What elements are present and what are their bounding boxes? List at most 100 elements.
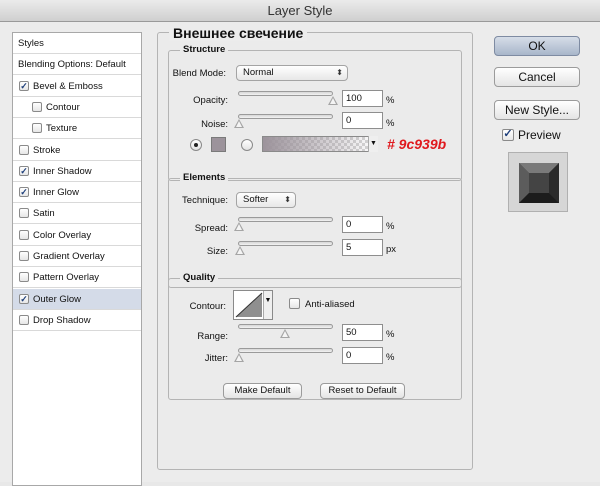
style-item-label: Gradient Overlay (33, 251, 105, 262)
technique-label: Technique: (182, 195, 228, 206)
anti-aliased-checkbox[interactable] (289, 298, 300, 309)
style-item-label: Outer Glow (33, 293, 82, 305)
glow-color-swatch[interactable] (211, 137, 226, 152)
contour-picker[interactable]: ▼ (233, 290, 273, 320)
jitter-slider-thumb[interactable] (234, 353, 244, 362)
gradient-dropdown-icon[interactable]: ▼ (368, 136, 378, 152)
noise-slider[interactable] (238, 114, 333, 119)
style-item-pattern-overlay[interactable]: Pattern Overlay (13, 267, 141, 289)
blend-mode-value: Normal (243, 67, 274, 78)
style-checkbox[interactable]: ✓ (19, 80, 29, 91)
jitter-unit: % (386, 352, 395, 363)
style-item-satin[interactable]: Satin (13, 203, 141, 225)
contour-dropdown-icon[interactable]: ▼ (263, 291, 272, 319)
spread-unit: % (386, 221, 395, 232)
anti-aliased-label: Anti-aliased (305, 299, 355, 310)
style-item-label: Blending Options: Default (18, 59, 126, 71)
solid-color-radio[interactable] (190, 139, 202, 151)
elements-label: Elements (180, 172, 229, 183)
noise-label: Noise: (201, 119, 228, 130)
size-unit: px (386, 244, 397, 255)
style-checkbox[interactable] (19, 251, 29, 261)
style-item-label: Pattern Overlay (33, 272, 99, 284)
style-checkbox[interactable] (19, 144, 29, 155)
opacity-slider-thumb[interactable] (328, 96, 338, 105)
style-item-drop-shadow[interactable]: Drop Shadow (13, 310, 141, 331)
panel-title: Внешнее свечение (169, 25, 308, 41)
gradient-picker[interactable] (262, 136, 378, 152)
range-slider-thumb[interactable] (280, 329, 290, 338)
style-item-outer-glow[interactable]: ✓ Outer Glow (13, 288, 141, 310)
style-item-inner-shadow[interactable]: ✓ Inner Shadow (13, 161, 141, 182)
style-checkbox[interactable] (19, 208, 29, 219)
chevron-updown-icon: ⬍ (336, 68, 343, 77)
style-item-label: Styles (18, 38, 44, 49)
style-item-label: Drop Shadow (33, 314, 91, 326)
blend-mode-select[interactable]: Normal ⬍ (236, 65, 348, 81)
styles-list: Styles Blending Options: Default ✓ Bevel & … (12, 32, 142, 486)
style-item-label: Inner Shadow (33, 165, 92, 177)
style-checkbox[interactable]: ✓ (19, 187, 29, 198)
make-default-button[interactable]: Make Default (223, 383, 302, 399)
preview-thumbnail (508, 152, 568, 212)
technique-select[interactable]: Softer ⬍ (236, 192, 296, 208)
gradient-radio[interactable] (241, 139, 253, 151)
style-checkbox[interactable]: ✓ (19, 165, 29, 176)
style-item-label: Contour (46, 101, 80, 113)
style-item-blending-options-default[interactable]: Blending Options: Default (13, 54, 141, 76)
preview-label: Preview (518, 128, 561, 142)
ok-button[interactable]: OK (494, 36, 580, 56)
jitter-slider[interactable] (238, 348, 333, 353)
style-item-label: Stroke (33, 144, 61, 156)
dialog-body: Styles Blending Options: Default ✓ Bevel & … (0, 22, 600, 486)
style-item-bevel-emboss[interactable]: ✓ Bevel & Emboss (13, 76, 141, 97)
style-item-label: Inner Glow (33, 187, 79, 199)
style-checkbox[interactable]: ✓ (19, 293, 29, 304)
spread-slider-thumb[interactable] (234, 222, 244, 231)
style-item-stroke[interactable]: Stroke (13, 140, 141, 161)
reset-to-default-button[interactable]: Reset to Default (320, 383, 405, 399)
style-checkbox[interactable] (32, 101, 42, 112)
style-item-gradient-overlay[interactable]: Gradient Overlay (13, 246, 141, 267)
technique-value: Softer (243, 194, 269, 205)
style-item-label: Texture (46, 123, 78, 135)
noise-unit: % (386, 118, 395, 129)
style-checkbox[interactable] (19, 314, 29, 325)
size-slider[interactable] (238, 241, 333, 246)
range-field[interactable]: 50 (342, 324, 383, 341)
style-item-label: Satin (33, 208, 55, 220)
structure-label: Structure (180, 44, 229, 55)
spread-field[interactable]: 0 (342, 216, 383, 233)
style-item-label: Color Overlay (33, 229, 92, 241)
jitter-field[interactable]: 0 (342, 347, 383, 364)
spread-label: Spread: (194, 223, 228, 234)
range-label: Range: (197, 331, 228, 342)
style-checkbox[interactable] (32, 123, 42, 134)
new-style-button[interactable]: New Style... (494, 100, 580, 120)
contour-curve-icon (235, 292, 263, 318)
opacity-field[interactable]: 100 (342, 90, 383, 107)
size-slider-thumb[interactable] (235, 246, 245, 255)
noise-slider-thumb[interactable] (234, 119, 244, 128)
jitter-label: Jitter: (204, 353, 228, 364)
size-label: Size: (206, 246, 228, 257)
style-item-texture[interactable]: Texture (13, 118, 141, 140)
preview-checkbox[interactable]: ✓ (502, 129, 514, 141)
style-item-styles[interactable]: Styles (13, 33, 141, 54)
spread-slider[interactable] (238, 217, 333, 222)
contour-label: Contour: (189, 301, 226, 312)
quality-label: Quality (180, 272, 219, 283)
style-item-label: Bevel & Emboss (33, 80, 103, 92)
style-checkbox[interactable] (19, 229, 29, 240)
chevron-updown-icon: ⬍ (284, 195, 291, 204)
size-field[interactable]: 5 (342, 239, 383, 256)
preview-bevel-icon (519, 163, 559, 203)
opacity-unit: % (386, 95, 395, 106)
cancel-button[interactable]: Cancel (494, 67, 580, 87)
opacity-slider[interactable] (238, 91, 333, 96)
style-item-color-overlay[interactable]: Color Overlay (13, 225, 141, 246)
style-item-contour[interactable]: Contour (13, 97, 141, 118)
style-item-inner-glow[interactable]: ✓ Inner Glow (13, 182, 141, 204)
style-checkbox[interactable] (19, 272, 29, 283)
noise-field[interactable]: 0 (342, 112, 383, 129)
